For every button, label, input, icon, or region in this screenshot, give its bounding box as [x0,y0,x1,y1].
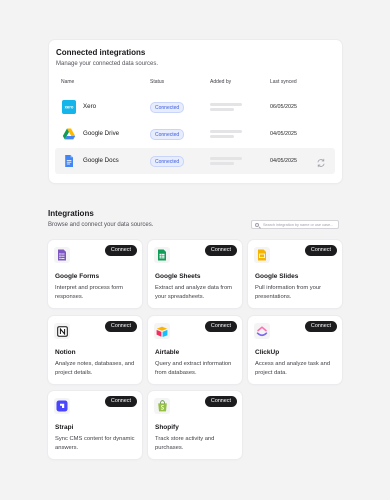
integration-name: Google Slides [255,273,299,280]
notion-icon [54,323,70,339]
google-slides-icon [254,247,270,263]
integration-description: Access and analyze task and project data… [255,361,331,376]
column-last-synced: Last synced [270,79,297,85]
search-input[interactable]: Search integration by name or use case..… [251,220,339,229]
connect-button[interactable]: Connect [104,321,137,332]
google-drive-icon [62,127,76,141]
app-name: Xero [83,103,97,110]
connect-button[interactable]: Connect [104,245,137,256]
integration-name: Google Forms [55,273,100,280]
integration-card-google-sheets: Connect Google Sheets Extract and analyz… [148,240,242,308]
search-icon [255,223,259,227]
connect-button[interactable]: Connect [104,396,137,407]
connect-button[interactable]: Connect [304,245,337,256]
integration-description: Pull information from your presentations… [255,285,322,300]
integrations-title: Integrations [48,209,94,218]
google-docs-icon [62,154,76,168]
integration-description: Query and extract information from datab… [155,361,232,376]
integrations-subtitle: Browse and connect your data sources. [48,222,154,228]
integration-card-strapi: Connect Strapi Sync CMS content for dyna… [48,391,142,459]
airtable-icon [154,323,170,339]
column-status: Status [150,79,165,85]
strapi-icon [54,398,70,414]
clickup-icon [254,323,270,339]
added-by-placeholder [210,130,242,133]
connected-subtitle: Manage your connected data sources. [56,61,159,67]
table-header: Name Status Added by Last synced [49,79,342,89]
column-name: Name [61,79,75,85]
integration-name: Notion [55,349,76,356]
table-row[interactable]: Google Docs Connected 04/05/2025 [55,148,335,174]
integration-description: Analyze notes, databases, and project de… [55,361,135,376]
svg-text:xero: xero [65,105,74,110]
integration-name: Google Sheets [155,273,201,280]
integration-card-shopify: Connect Shopify Track store activity and… [148,391,242,459]
integration-card-google-forms: Connect Google Forms Interpret and proce… [48,240,142,308]
integration-card-clickup: Connect ClickUp Access and analyze task … [248,316,342,384]
added-by-placeholder [210,108,234,111]
added-by-placeholder [210,162,234,165]
xero-icon: xero [62,100,76,114]
app-name: Google Drive [83,130,120,137]
added-by-placeholder [210,103,242,106]
integration-description: Extract and analyze data from your sprea… [155,285,233,300]
last-synced: 04/05/2025 [270,131,297,137]
connected-title: Connected integrations [56,48,146,57]
last-synced: 06/05/2025 [270,104,297,110]
connect-button[interactable]: Connect [204,396,237,407]
added-by-placeholder [210,157,242,160]
column-added-by: Added by [210,79,232,85]
integration-description: Interpret and process form responses. [55,285,123,300]
sync-icon[interactable] [316,155,326,168]
google-forms-icon [54,247,70,263]
integration-card-google-slides: Connect Google Slides Pull information f… [248,240,342,308]
shopify-icon [154,398,170,414]
app-name: Google Docs [83,157,119,164]
status-badge: Connected [150,129,185,140]
integration-card-notion: Connect Notion Analyze notes, databases,… [48,316,142,384]
table-row[interactable]: xero Xero Connected 06/05/2025 [55,94,335,120]
status-badge: Connected [150,102,185,113]
integration-description: Track store activity and purchases. [155,436,215,451]
integration-name: Airtable [155,349,180,356]
integration-name: ClickUp [255,349,280,356]
connect-button[interactable]: Connect [204,321,237,332]
connect-button[interactable]: Connect [204,245,237,256]
added-by-placeholder [210,135,234,138]
last-synced: 04/05/2025 [270,158,297,164]
integration-name: Shopify [155,424,179,431]
google-sheets-icon [154,247,170,263]
status-badge: Connected [150,156,185,167]
integration-name: Strapi [55,424,74,431]
integration-description: Sync CMS content for dynamic answers. [55,436,135,451]
connect-button[interactable]: Connect [304,321,337,332]
connected-integrations-panel: Connected integrations Manage your conne… [49,40,342,183]
search-placeholder: Search integration by name or use case..… [263,223,334,227]
table-row[interactable]: Google Drive Connected 04/05/2025 [55,121,335,147]
integration-card-airtable: Connect Airtable Query and extract infor… [148,316,242,384]
